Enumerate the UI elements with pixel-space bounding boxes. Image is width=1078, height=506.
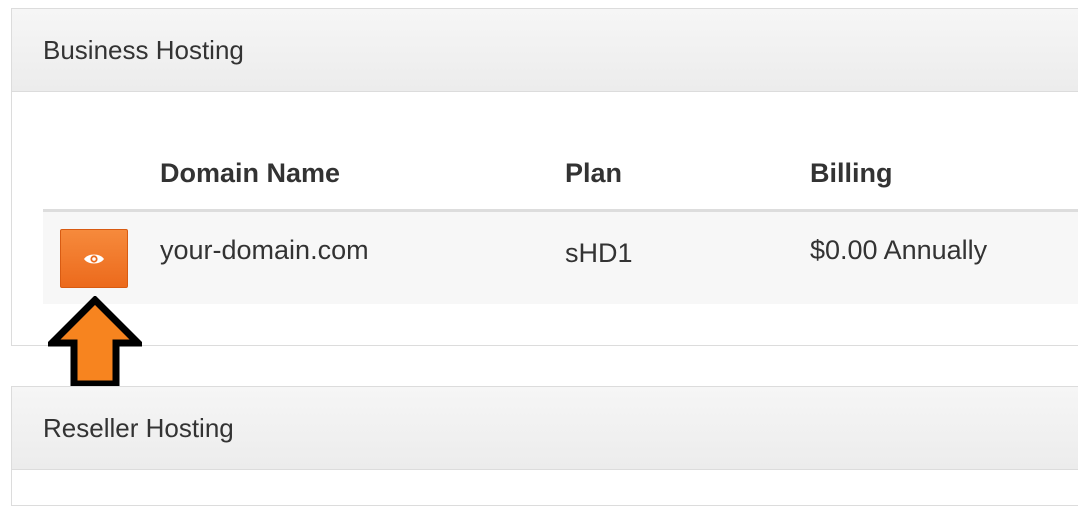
panel-title: Reseller Hosting [43,412,234,443]
column-header-billing[interactable]: Billing [810,158,893,189]
business-hosting-heading: Business Hosting [12,9,1078,92]
plan-cell: sHD1 [565,238,633,268]
view-service-button[interactable] [60,229,128,288]
column-header-domain-name[interactable]: Domain Name [160,158,340,189]
domain-name-cell: your-domain.com [160,235,369,265]
panel-title: Business Hosting [43,34,244,65]
eye-icon [84,254,104,263]
business-hosting-panel: Business Hosting Domain Name Plan Billin… [11,8,1078,346]
reseller-hosting-heading: Reseller Hosting [12,387,1078,470]
services-table: Domain Name Plan Billing your-domain.com… [43,146,1078,304]
reseller-hosting-panel: Reseller Hosting [11,386,1078,506]
table-row[interactable]: your-domain.com sHD1 $0.00 Annually [43,212,1078,304]
billing-cell: $0.00 Annually [810,235,988,265]
column-header-plan[interactable]: Plan [565,158,622,189]
table-header: Domain Name Plan Billing [43,146,1078,212]
up-arrow-icon [48,296,142,388]
